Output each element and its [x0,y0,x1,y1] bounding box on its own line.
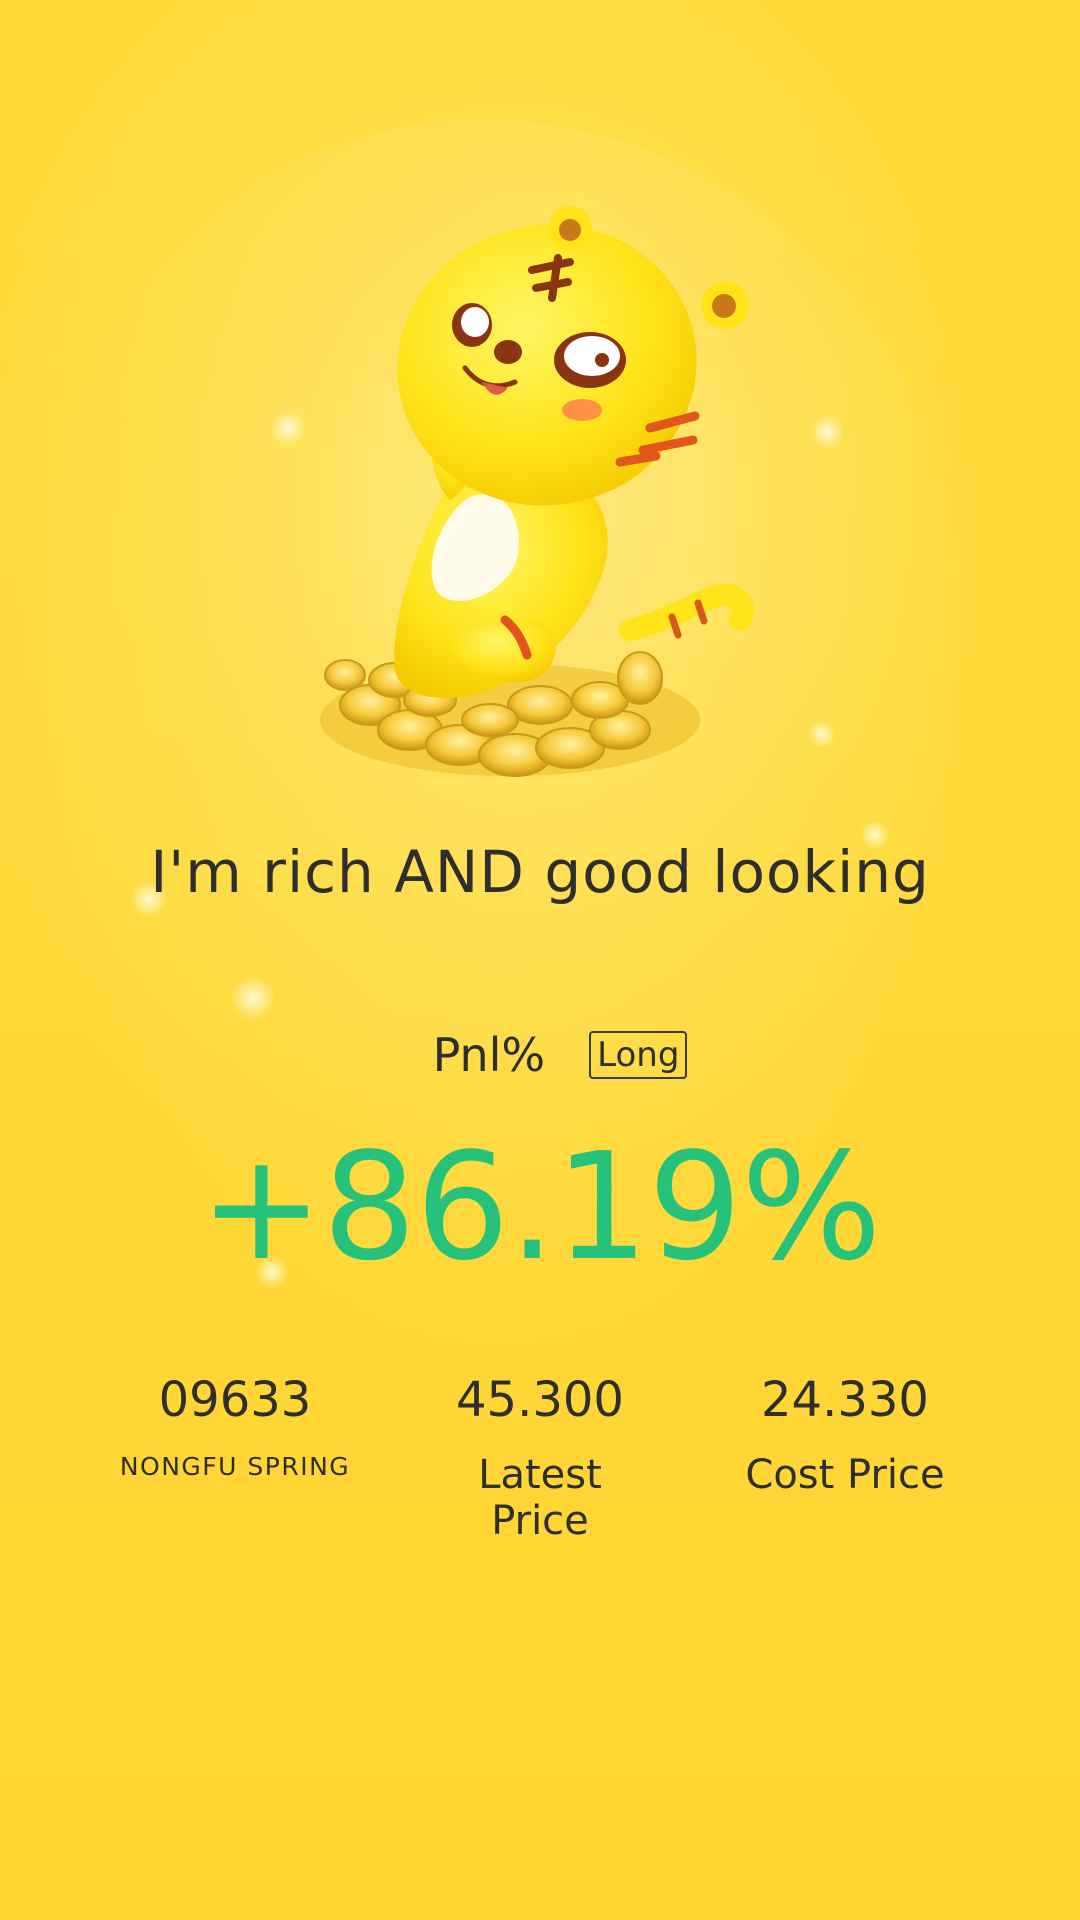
headline: I'm rich AND good looking [150,838,930,906]
sparkle [810,415,844,449]
stock-code-value: 09633 [158,1372,312,1428]
tiger-mascot-icon [320,206,754,777]
stats-row: 09633 NONGFU SPRING 45.300 Latest Price … [0,1370,1080,1570]
latest-price-value: 45.300 [456,1372,624,1428]
sparkle [230,975,276,1021]
cost-price-value: 24.330 [761,1372,929,1428]
pnl-percentage: +86.19% [199,1121,881,1293]
cost-price-label: Cost Price [745,1452,945,1498]
direction-badge: Long [589,1031,688,1079]
sparkle [808,720,836,748]
latest-price-label: Latest Price [478,1452,602,1544]
pnl-label: Pnl% [432,1028,546,1082]
stat-latest-price: 45.300 Latest Price [375,1370,705,1544]
pnl-header: Pnl% Long [0,1028,1080,1082]
stock-name-label: NONGFU SPRING [119,1452,351,1481]
stat-stock-code: 09633 NONGFU SPRING [70,1370,400,1481]
stat-cost-price: 24.330 Cost Price [680,1370,1010,1498]
